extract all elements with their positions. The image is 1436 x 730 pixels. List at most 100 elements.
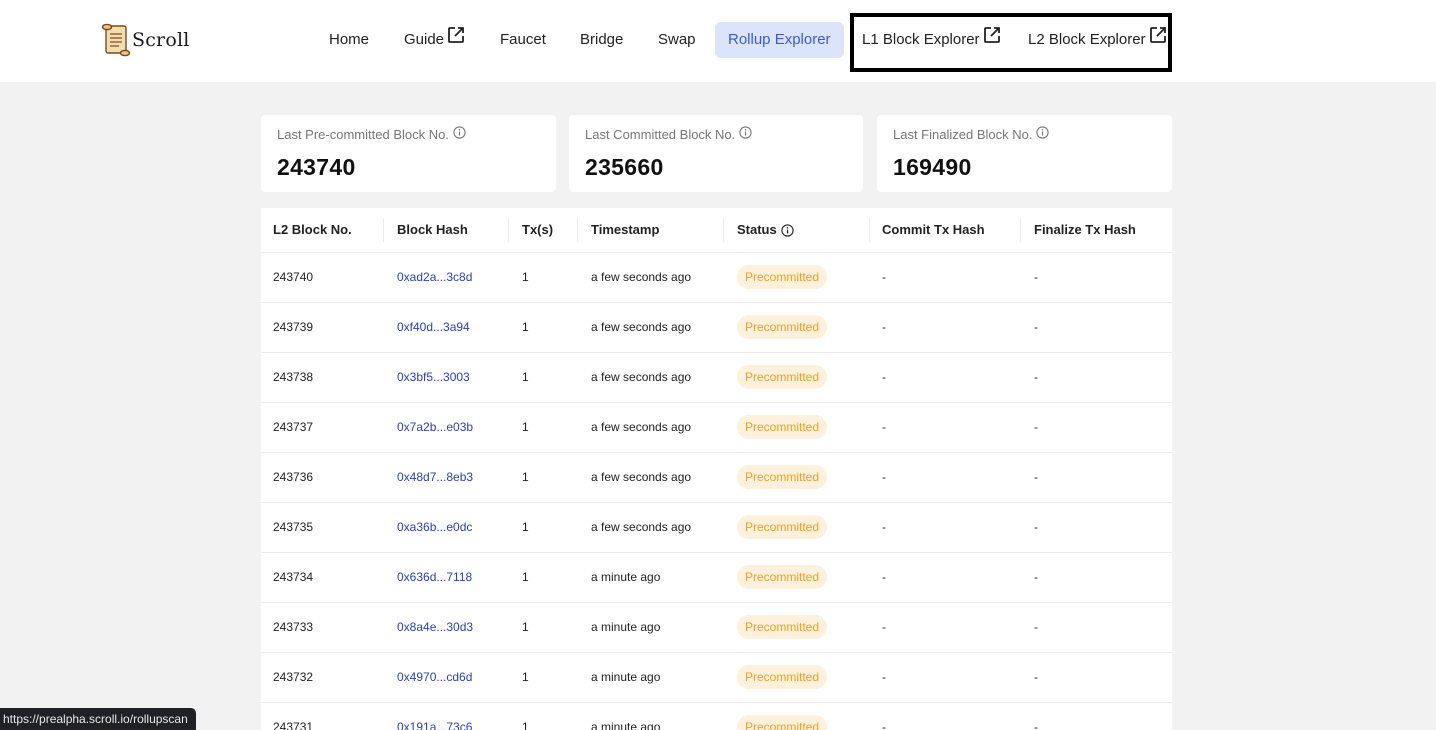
cell-block-no: 243737	[273, 420, 314, 434]
nav-faucet-label: Faucet	[500, 31, 546, 48]
cell-block-hash-link[interactable]: 0xf40d...3a94	[397, 302, 470, 352]
cell-block-hash-link[interactable]: 0x7a2b...e03b	[397, 402, 473, 452]
nav-l2-block-explorer[interactable]: L2 Block Explorer	[1028, 22, 1167, 58]
stat-value: 169490	[893, 154, 972, 180]
cell-tx-count: 1	[522, 270, 529, 284]
column-divider	[869, 218, 870, 242]
table-header: L2 Block No. Block Hash Tx(s) Timestamp …	[261, 208, 1172, 253]
cell-timestamp: a few seconds ago	[591, 470, 692, 484]
cell-block-no: 243731	[273, 720, 314, 730]
nav-bridge[interactable]: Bridge	[580, 22, 623, 58]
cell-tx-count: 1	[522, 320, 529, 334]
cell-block-no: 243738	[273, 370, 314, 384]
col-header-finalize-tx-hash: Finalize Tx Hash	[1034, 222, 1136, 237]
browser-status-url: https://prealpha.scroll.io/rollupscan	[0, 708, 196, 730]
cell-tx-count: 1	[522, 620, 529, 634]
nav-bridge-label: Bridge	[580, 31, 624, 48]
cell-finalize-tx-hash: -	[1034, 470, 1038, 484]
info-icon[interactable]	[781, 223, 794, 237]
info-icon[interactable]	[453, 126, 466, 142]
cell-commit-tx-hash: -	[882, 420, 886, 434]
cell-block-no: 243740	[273, 270, 314, 284]
external-link-icon	[983, 22, 1001, 58]
cell-timestamp: a minute ago	[591, 670, 661, 684]
status-badge: Precommitted	[737, 665, 828, 689]
scroll-logo-icon	[101, 23, 131, 57]
column-divider	[577, 218, 578, 242]
cell-tx-count: 1	[522, 720, 529, 730]
nav-l1-block-explorer[interactable]: L1 Block Explorer	[862, 22, 1001, 58]
stat-card-committed: Last Committed Block No. 235660	[569, 115, 863, 192]
nav-home[interactable]: Home	[329, 22, 369, 58]
cell-commit-tx-hash: -	[882, 670, 886, 684]
col-header-commit-tx-hash: Commit Tx Hash	[882, 222, 985, 237]
cell-finalize-tx-hash: -	[1034, 320, 1038, 334]
nav-rollup-explorer[interactable]: Rollup Explorer	[715, 22, 844, 58]
logo[interactable]: Scroll	[101, 23, 190, 57]
brand-name: Scroll	[132, 29, 190, 51]
cell-block-hash-link[interactable]: 0x636d...7118	[397, 552, 472, 602]
cell-commit-tx-hash: -	[882, 570, 886, 584]
cell-block-hash-link[interactable]: 0x3bf5...3003	[397, 352, 470, 402]
cell-commit-tx-hash: -	[882, 270, 886, 284]
cell-finalize-tx-hash: -	[1034, 270, 1038, 284]
cell-block-no: 243735	[273, 520, 314, 534]
cell-block-no: 243734	[273, 570, 314, 584]
cell-timestamp: a few seconds ago	[591, 320, 692, 334]
table-row: 243740 0xad2a...3c8d 1 a few seconds ago…	[261, 252, 1172, 303]
col-header-l2-block-no: L2 Block No.	[273, 222, 352, 237]
cell-finalize-tx-hash: -	[1034, 720, 1038, 730]
cell-block-hash-link[interactable]: 0x48d7...8eb3	[397, 452, 473, 502]
nav-guide[interactable]: Guide	[404, 22, 465, 58]
cell-block-no: 243736	[273, 470, 314, 484]
info-icon[interactable]	[1036, 126, 1050, 142]
cell-finalize-tx-hash: -	[1034, 670, 1038, 684]
table-row: 243732 0x4970...cd6d 1 a minute ago Prec…	[261, 652, 1172, 703]
stat-card-finalized: Last Finalized Block No. 169490	[877, 115, 1172, 192]
cell-finalize-tx-hash: -	[1034, 420, 1038, 434]
cell-timestamp: a few seconds ago	[591, 520, 692, 534]
cell-finalize-tx-hash: -	[1034, 370, 1038, 384]
stat-label-text: Last Finalized Block No.	[893, 126, 1033, 142]
cell-timestamp: a few seconds ago	[591, 270, 692, 284]
external-link-icon	[1149, 22, 1167, 58]
cell-timestamp: a minute ago	[591, 620, 661, 634]
stat-label-text: Last Committed Block No.	[585, 126, 736, 142]
cell-commit-tx-hash: -	[882, 370, 886, 384]
cell-tx-count: 1	[522, 420, 529, 434]
col-header-block-hash: Block Hash	[397, 222, 468, 237]
cell-block-hash-link[interactable]: 0xa36b...e0dc	[397, 502, 472, 552]
info-icon[interactable]	[739, 126, 752, 142]
nav-faucet[interactable]: Faucet	[500, 22, 546, 58]
table-row: 243731 0x191a...73c6 1 a minute ago Prec…	[261, 702, 1172, 730]
cell-timestamp: a minute ago	[591, 570, 661, 584]
cell-tx-count: 1	[522, 520, 529, 534]
nav-home-label: Home	[329, 31, 370, 48]
stat-label-text: Last Pre-committed Block No.	[277, 126, 449, 142]
cell-block-hash-link[interactable]: 0x4970...cd6d	[397, 652, 472, 702]
status-badge: Precommitted	[737, 515, 828, 539]
table-row: 243733 0x8a4e...30d3 1 a minute ago Prec…	[261, 602, 1172, 653]
nav-swap-label: Swap	[658, 31, 696, 48]
status-badge: Precommitted	[737, 565, 828, 589]
cell-block-no: 243733	[273, 620, 314, 634]
cell-tx-count: 1	[522, 370, 529, 384]
status-badge: Precommitted	[737, 365, 828, 389]
cell-block-hash-link[interactable]: 0x8a4e...30d3	[397, 602, 473, 652]
cell-commit-tx-hash: -	[882, 320, 886, 334]
col-header-status-label: Status	[737, 222, 777, 237]
cell-block-hash-link[interactable]: 0xad2a...3c8d	[397, 252, 472, 302]
table-row: 243739 0xf40d...3a94 1 a few seconds ago…	[261, 302, 1172, 353]
status-badge: Precommitted	[737, 615, 828, 639]
cell-finalize-tx-hash: -	[1034, 520, 1038, 534]
top-navbar: Scroll Home Guide Faucet Bridge Swap Rol…	[0, 0, 1436, 82]
status-badge: Precommitted	[737, 715, 828, 730]
cell-finalize-tx-hash: -	[1034, 620, 1038, 634]
cell-tx-count: 1	[522, 570, 529, 584]
cell-timestamp: a few seconds ago	[591, 370, 692, 384]
stat-label: Last Finalized Block No.	[893, 126, 1050, 142]
column-divider	[1020, 218, 1021, 242]
nav-swap[interactable]: Swap	[658, 22, 696, 58]
cell-timestamp: a few seconds ago	[591, 420, 692, 434]
cell-block-hash-link[interactable]: 0x191a...73c6	[397, 702, 472, 730]
